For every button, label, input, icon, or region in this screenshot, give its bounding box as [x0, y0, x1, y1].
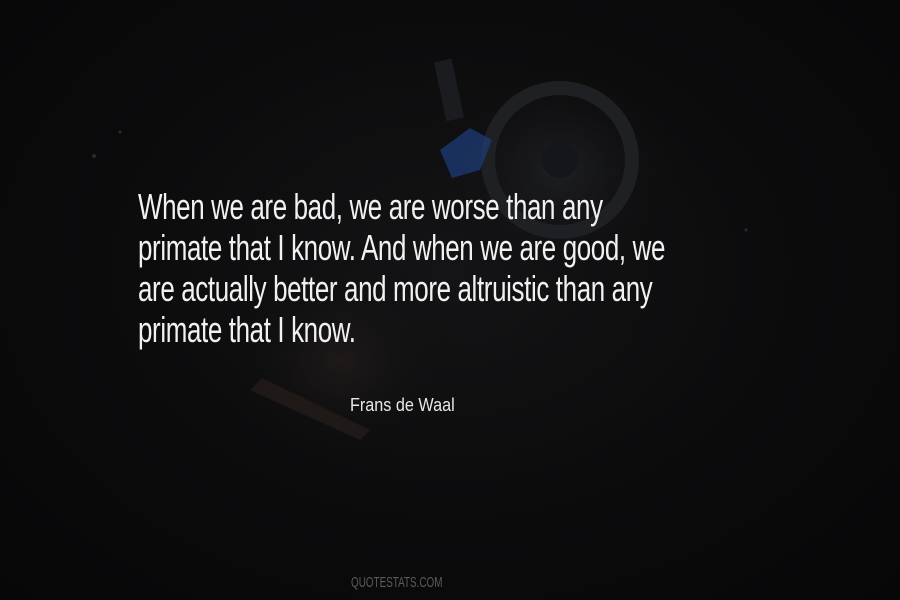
- floor-speck: [118, 130, 122, 134]
- quote-text: When we are bad, we are worse than any p…: [138, 186, 666, 350]
- barbell-bar: [433, 58, 465, 122]
- quote-line: primate that I know.: [138, 309, 356, 350]
- weight-plate-hub: [542, 142, 578, 178]
- floor-speck: [92, 154, 96, 158]
- quote-line: When we are bad, we are worse than any: [138, 186, 603, 227]
- quote-line: primate that I know. And when we are goo…: [138, 227, 666, 268]
- site-watermark: QUOTESTATS.COM: [351, 574, 443, 591]
- quote-card: When we are bad, we are worse than any p…: [0, 0, 900, 600]
- quote-author: Frans de Waal: [350, 395, 455, 415]
- floor-speck: [744, 228, 748, 232]
- quote-line: are actually better and more altruistic …: [138, 268, 653, 309]
